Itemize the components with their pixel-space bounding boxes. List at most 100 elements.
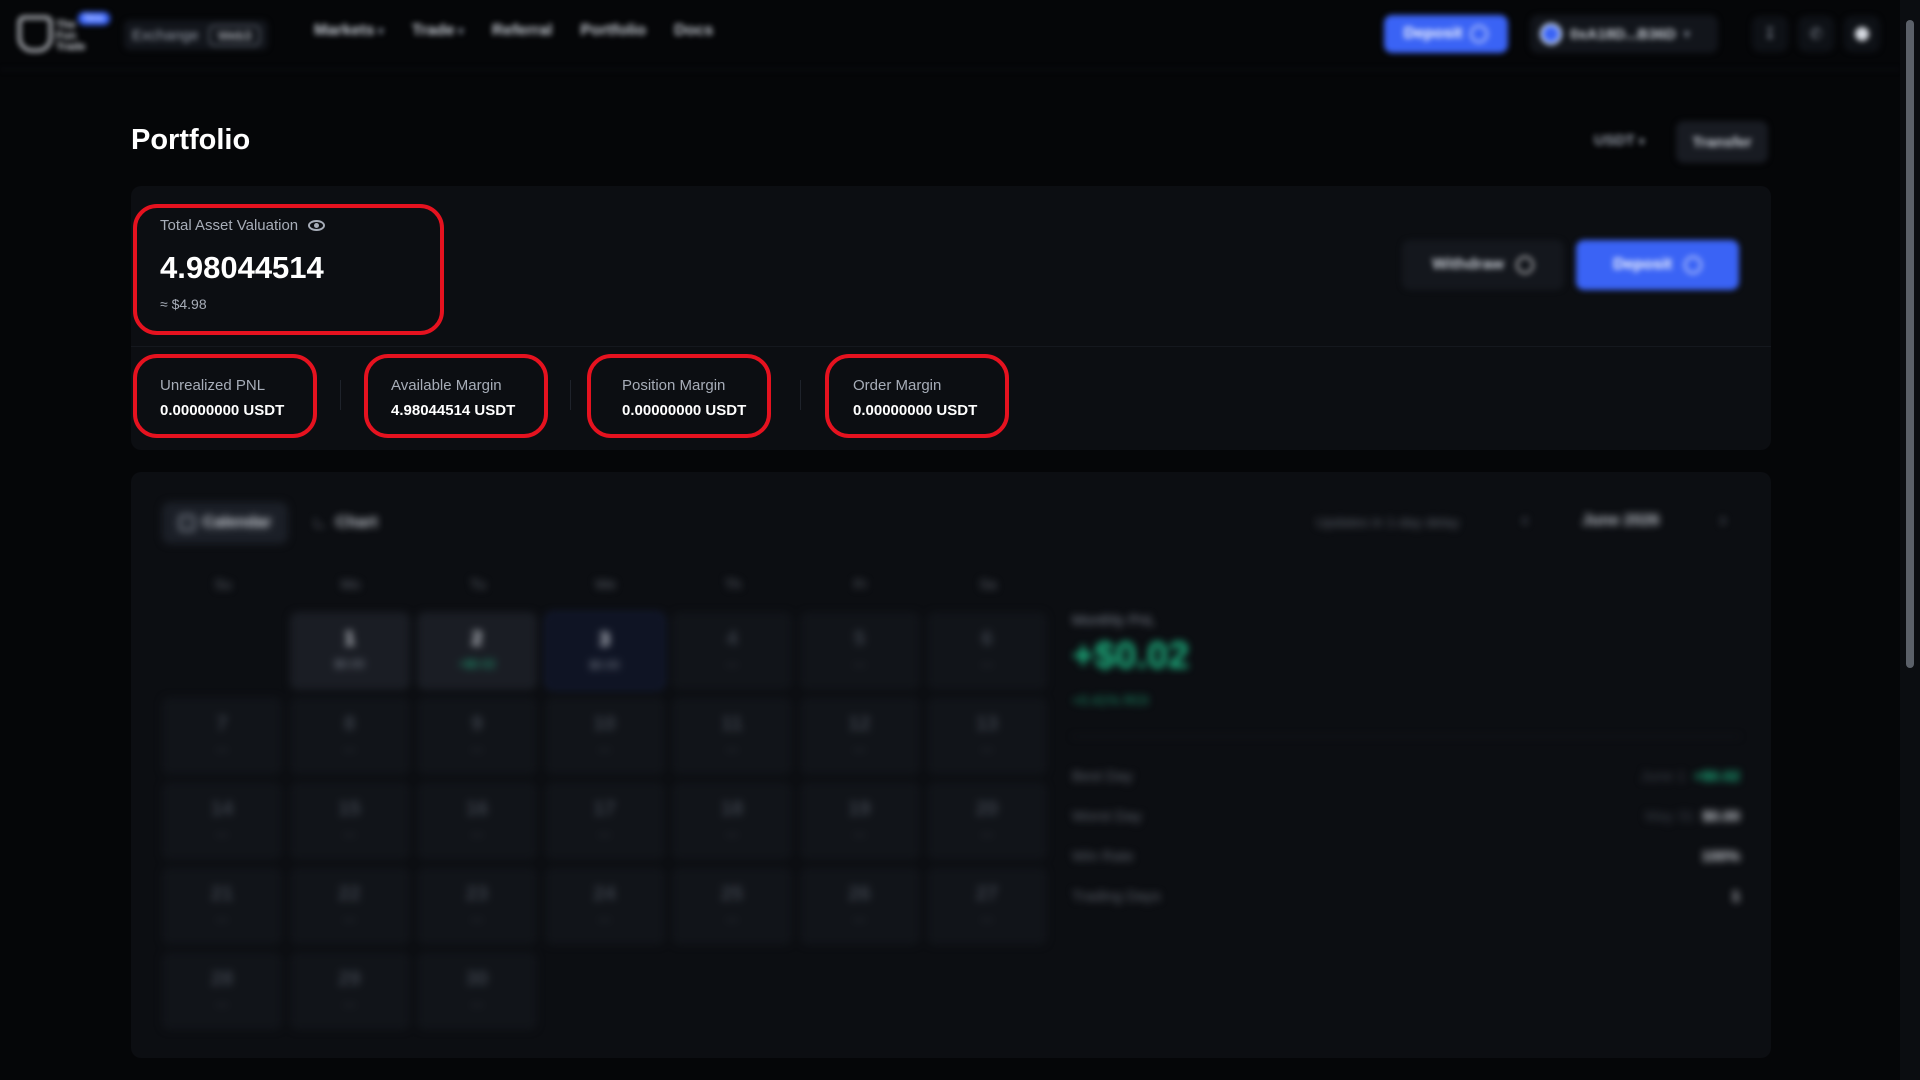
nav-link-markets[interactable]: Markets <box>314 22 384 40</box>
day-pnl: — <box>343 827 356 841</box>
calendar-day-12[interactable]: 12 — <box>799 697 920 775</box>
withdraw-button[interactable]: Withdraw <box>1402 240 1564 290</box>
day-pnl: — <box>981 657 993 671</box>
wallet-address: 0xA18D...B36D <box>1570 25 1676 43</box>
nav-link-docs[interactable]: Docs <box>674 22 713 40</box>
exchange-label: Exchange <box>132 26 199 44</box>
nav-link-trade[interactable]: Trade <box>412 22 464 40</box>
calendar-day-15[interactable]: 15 — <box>289 782 410 860</box>
metric-value: 0.00000000 USDT <box>853 402 978 419</box>
nav-link-referral[interactable]: Referral <box>492 22 552 40</box>
day-number: 21 <box>210 883 234 905</box>
day-number: 20 <box>975 798 999 820</box>
theme-toggle-icon[interactable] <box>1844 16 1880 52</box>
calendar-day-20[interactable]: 20 — <box>927 782 1047 860</box>
currency-select[interactable]: USDT ▾ <box>1594 132 1645 149</box>
day-number: 11 <box>721 713 743 735</box>
chart-icon: ∟ <box>312 514 328 531</box>
metric-label: Unrealized PNL <box>160 377 266 394</box>
total-label-text: Total Asset Valuation <box>160 217 299 234</box>
calendar-day-22[interactable]: 22 — <box>289 867 410 945</box>
scrollbar-thumb[interactable] <box>1906 20 1914 668</box>
calendar-day-17[interactable]: 17 — <box>544 782 665 860</box>
monthly-pnl-label: Monthly PnL <box>1072 612 1156 629</box>
chevron-right-icon[interactable]: › <box>1720 510 1726 531</box>
day-number: 8 <box>343 713 356 735</box>
day-number: 4 <box>726 628 738 650</box>
calendar-day-29[interactable]: 29 — <box>289 952 410 1030</box>
tab-chart[interactable]: ∟ Chart <box>312 502 392 544</box>
calendar-day-25[interactable]: 25 — <box>672 867 792 945</box>
metric-value: 0.00000000 USDT <box>622 402 747 419</box>
day-pnl: — <box>726 912 738 926</box>
support-phone-icon[interactable]: ✆ <box>1798 16 1834 52</box>
calendar-day-13[interactable]: 13 — <box>927 697 1047 775</box>
download-icon[interactable]: ↧ <box>1752 16 1788 52</box>
calendar-day-6[interactable]: 6— <box>927 612 1047 690</box>
day-pnl: — <box>343 997 356 1011</box>
day-number: 2 <box>471 628 483 650</box>
chevron-down-icon: ▾ <box>1639 136 1645 148</box>
day-number: 23 <box>465 883 489 905</box>
calendar-day-10[interactable]: 10 — <box>544 697 665 775</box>
monthly-pnl-value: +$0.02 <box>1072 635 1190 677</box>
day-pnl: — <box>471 827 483 841</box>
calendar-day-24[interactable]: 24 — <box>544 867 665 945</box>
calendar-day-5[interactable]: 5— <box>799 612 920 690</box>
eye-icon[interactable] <box>308 220 326 231</box>
calendar-day-26[interactable]: 26 — <box>799 867 920 945</box>
calendar-day-18[interactable]: 18 — <box>672 782 792 860</box>
day-number: 28 <box>210 968 234 990</box>
tab-chart-label: Chart <box>335 514 378 531</box>
weekday-label: Fr <box>853 576 868 592</box>
calendar-day-8[interactable]: 8— <box>289 697 410 775</box>
stat-value: +$0.02 <box>1693 768 1740 785</box>
calendar-day-14[interactable]: 14 — <box>162 782 282 860</box>
calendar-day-28[interactable]: 28 — <box>162 952 282 1030</box>
metric-unrealized-pnl: Unrealized PNL 0.00000000 USDT <box>160 377 284 419</box>
brand-logo[interactable]: The Fun Trade New <box>18 12 111 54</box>
day-pnl: $0.00 <box>589 658 620 672</box>
calendar-day-21[interactable]: 21 — <box>162 867 282 945</box>
stat-label: Win Rate <box>1072 848 1134 865</box>
calendar-day-7[interactable]: 7— <box>162 697 282 775</box>
exchange-switch[interactable]: Exchange Web3 <box>124 20 269 50</box>
calendar-day-27[interactable]: 27 — <box>927 867 1047 945</box>
transfer-button[interactable]: Transfer <box>1676 121 1768 163</box>
calendar-day-19[interactable]: 19 — <box>799 782 920 860</box>
page-title: Portfolio <box>131 124 251 156</box>
page-scrollbar[interactable] <box>1900 0 1920 1080</box>
calendar-day-4[interactable]: 4— <box>672 612 792 690</box>
metric-value: 4.98044514 USDT <box>391 402 516 419</box>
calendar-day-2[interactable]: 2 +$0.02 <box>417 612 537 690</box>
logo-mark-icon <box>18 16 52 52</box>
exchange-web3-pill[interactable]: Web3 <box>208 24 261 46</box>
calendar-day-11[interactable]: 11 — <box>672 697 792 775</box>
tab-calendar-label: Calendar <box>202 514 272 531</box>
chevron-left-icon[interactable]: ‹ <box>1522 510 1528 531</box>
calendar-day-1[interactable]: 1 $0.00 <box>289 612 410 690</box>
day-pnl: — <box>853 657 866 671</box>
day-number: 12 <box>848 713 871 735</box>
day-pnl: — <box>598 742 611 756</box>
day-number: 3 <box>598 629 611 651</box>
calendar-day-3[interactable]: 3 $0.00 <box>544 612 665 690</box>
calendar-day-23[interactable]: 23 — <box>417 867 537 945</box>
metric-value: 0.00000000 USDT <box>160 402 285 419</box>
tab-calendar[interactable]: Calendar <box>162 502 288 544</box>
stat-label: Trading Days <box>1072 888 1161 905</box>
day-pnl: — <box>981 912 993 926</box>
calendar-day-16[interactable]: 16 — <box>417 782 537 860</box>
metric-separator <box>800 380 801 410</box>
calendar-day-30[interactable]: 30 — <box>417 952 537 1030</box>
day-pnl: — <box>216 827 228 841</box>
weekday-label: Mo <box>340 576 361 592</box>
total-asset-usd: ≈ $4.98 <box>160 296 207 312</box>
day-pnl: — <box>726 742 738 756</box>
deposit-button[interactable]: Deposit <box>1576 240 1739 290</box>
wallet-button[interactable]: 0xA18D...B36D ▾ <box>1530 15 1718 53</box>
calendar-day-9[interactable]: 9— <box>417 697 537 775</box>
nav-deposit-button[interactable]: Deposit <box>1384 15 1508 53</box>
day-pnl: — <box>471 742 483 756</box>
nav-link-portfolio[interactable]: Portfolio <box>580 22 646 40</box>
